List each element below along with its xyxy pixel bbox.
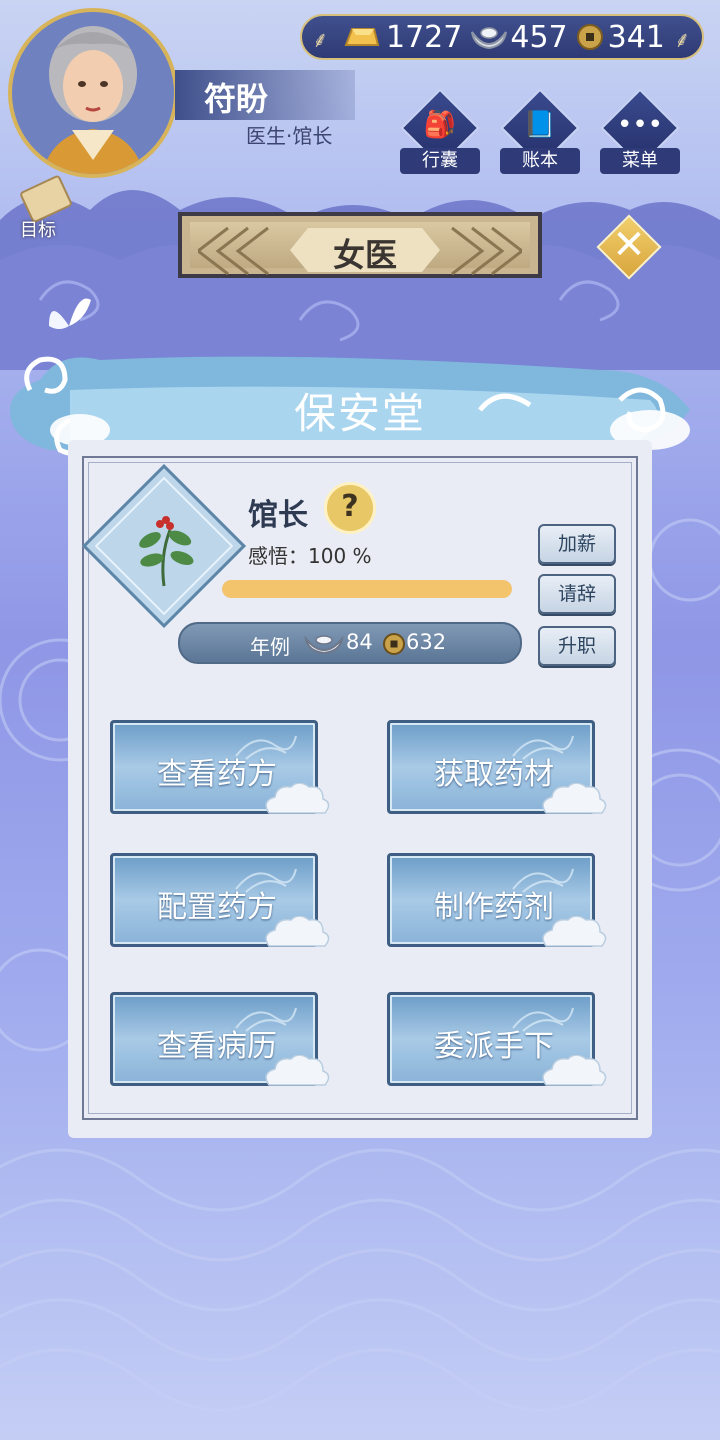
get-herbs-button[interactable]: 获取药材 bbox=[387, 720, 607, 814]
close-button[interactable]: ✕ bbox=[596, 214, 662, 280]
gold-ingot-icon bbox=[344, 28, 380, 46]
salary-label: 年例 bbox=[250, 635, 290, 659]
goal-label: 目标 bbox=[20, 220, 56, 241]
cloud-icon bbox=[265, 783, 330, 814]
ledger-button[interactable]: 📘 账本 bbox=[500, 88, 580, 176]
header-title: 女医 bbox=[332, 236, 397, 274]
cloud-icon bbox=[542, 1055, 607, 1086]
player-name: 符盼 bbox=[204, 80, 269, 118]
book-icon: 📘 bbox=[523, 110, 557, 140]
rank-label: 馆长 bbox=[248, 498, 308, 533]
menu-button[interactable]: ••• 菜单 bbox=[600, 88, 680, 176]
bag-button[interactable]: 🎒 行囊 bbox=[400, 88, 480, 176]
cloud-icon bbox=[542, 916, 607, 947]
cloud-icon bbox=[542, 783, 607, 814]
close-icon: ✕ bbox=[612, 222, 646, 268]
cloud-icon bbox=[265, 1055, 330, 1086]
silver-ingot-icon bbox=[471, 27, 508, 50]
copper-counter: 341 bbox=[576, 20, 665, 55]
silver-ingot-icon bbox=[304, 635, 344, 655]
header-plaque: 女医 bbox=[178, 212, 542, 278]
character-portrait bbox=[12, 12, 174, 174]
view-recipes-button[interactable]: 查看药方 bbox=[110, 720, 330, 814]
assign-staff-button[interactable]: 委派手下 bbox=[387, 992, 607, 1086]
raise-salary-button[interactable]: 加薪 bbox=[538, 524, 616, 564]
clinic-name: 保安堂 bbox=[293, 389, 426, 438]
insight-text: 感悟：100 % bbox=[248, 544, 372, 568]
chevron-decoration-left bbox=[198, 226, 269, 276]
plaque-inner: 女医 bbox=[190, 222, 530, 276]
menu-label: 菜单 bbox=[600, 148, 680, 174]
insight-progress-bar bbox=[222, 580, 512, 598]
copper-amount: 341 bbox=[607, 19, 665, 55]
view-records-button[interactable]: 查看病历 bbox=[110, 992, 330, 1086]
bag-icon: 🎒 bbox=[423, 110, 457, 140]
copper-coin-icon bbox=[383, 633, 405, 655]
bag-label: 行囊 bbox=[400, 148, 480, 174]
help-button[interactable]: ? bbox=[324, 482, 376, 534]
copper-coin-icon bbox=[576, 24, 603, 50]
silver-amount: 457 bbox=[510, 19, 568, 55]
gold-counter: 1727 bbox=[342, 20, 462, 55]
herb-icon bbox=[139, 516, 194, 587]
silver-counter: 457 bbox=[470, 19, 568, 55]
ellipsis-icon: ••• bbox=[616, 110, 663, 140]
gold-amount: 1727 bbox=[386, 19, 463, 55]
annual-salary-bar: 年例 84 632 bbox=[178, 622, 522, 664]
resign-button[interactable]: 请辞 bbox=[538, 574, 616, 614]
make-medicine-button[interactable]: 制作药剂 bbox=[387, 853, 607, 947]
salary-copper-amount: 632 bbox=[406, 630, 447, 654]
configure-recipe-button[interactable]: 配置药方 bbox=[110, 853, 330, 947]
chevron-decoration-right bbox=[451, 226, 522, 276]
player-title: 医生·馆长 bbox=[246, 124, 333, 148]
insight-progress-fill bbox=[222, 580, 512, 598]
ledger-label: 账本 bbox=[500, 148, 580, 174]
bamboo-icon: ⸙ bbox=[312, 28, 329, 53]
promote-button[interactable]: 升职 bbox=[538, 626, 616, 666]
cloud-icon bbox=[265, 916, 330, 947]
salary-silver-amount: 84 bbox=[346, 630, 373, 654]
currency-bar: ⸙ 1727 457 341 ⸙ bbox=[300, 14, 704, 60]
bamboo-icon: ⸙ bbox=[674, 28, 691, 53]
player-avatar[interactable] bbox=[8, 8, 178, 178]
goal-button[interactable]: 目标 bbox=[10, 174, 80, 242]
